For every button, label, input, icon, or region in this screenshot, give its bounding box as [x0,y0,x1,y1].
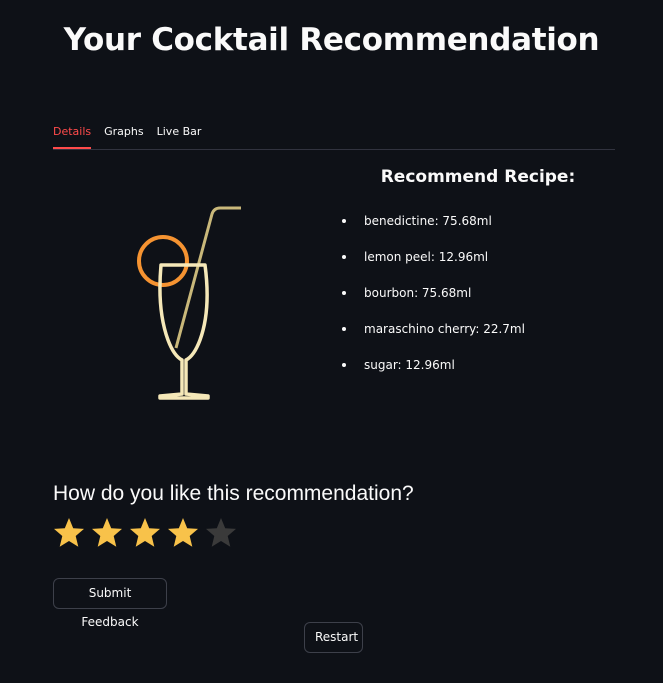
recipe-item: bourbon: 75.68ml [340,284,525,320]
submit-feedback-button[interactable]: Submit Feedback [53,578,167,629]
star-icon[interactable] [205,517,237,549]
tab-graphs[interactable]: Graphs [104,122,143,145]
star-icon[interactable] [91,517,123,549]
recipe-item: benedictine: 75.68ml [340,212,525,248]
tab-live-bar[interactable]: Live Bar [157,122,202,145]
tab-bar: Details Graphs Live Bar [53,122,615,150]
feedback-question: How do you like this recommendation? [53,482,414,505]
cocktail-glass-icon [128,200,248,410]
recipe-item: sugar: 12.96ml [340,356,525,392]
star-icon[interactable] [167,517,199,549]
restart-button[interactable]: Restart [304,622,363,653]
star-icon[interactable] [129,517,161,549]
recipe-heading: Recommend Recipe: [380,167,576,187]
tab-details[interactable]: Details [53,122,92,149]
recipe-item: lemon peel: 12.96ml [340,248,525,284]
star-rating [53,517,237,549]
page-title: Your Cocktail Recommendation [63,22,600,58]
recipe-item: maraschino cherry: 22.7ml [340,320,525,356]
star-icon[interactable] [53,517,85,549]
recipe-list: benedictine: 75.68ml lemon peel: 12.96ml… [340,212,525,392]
